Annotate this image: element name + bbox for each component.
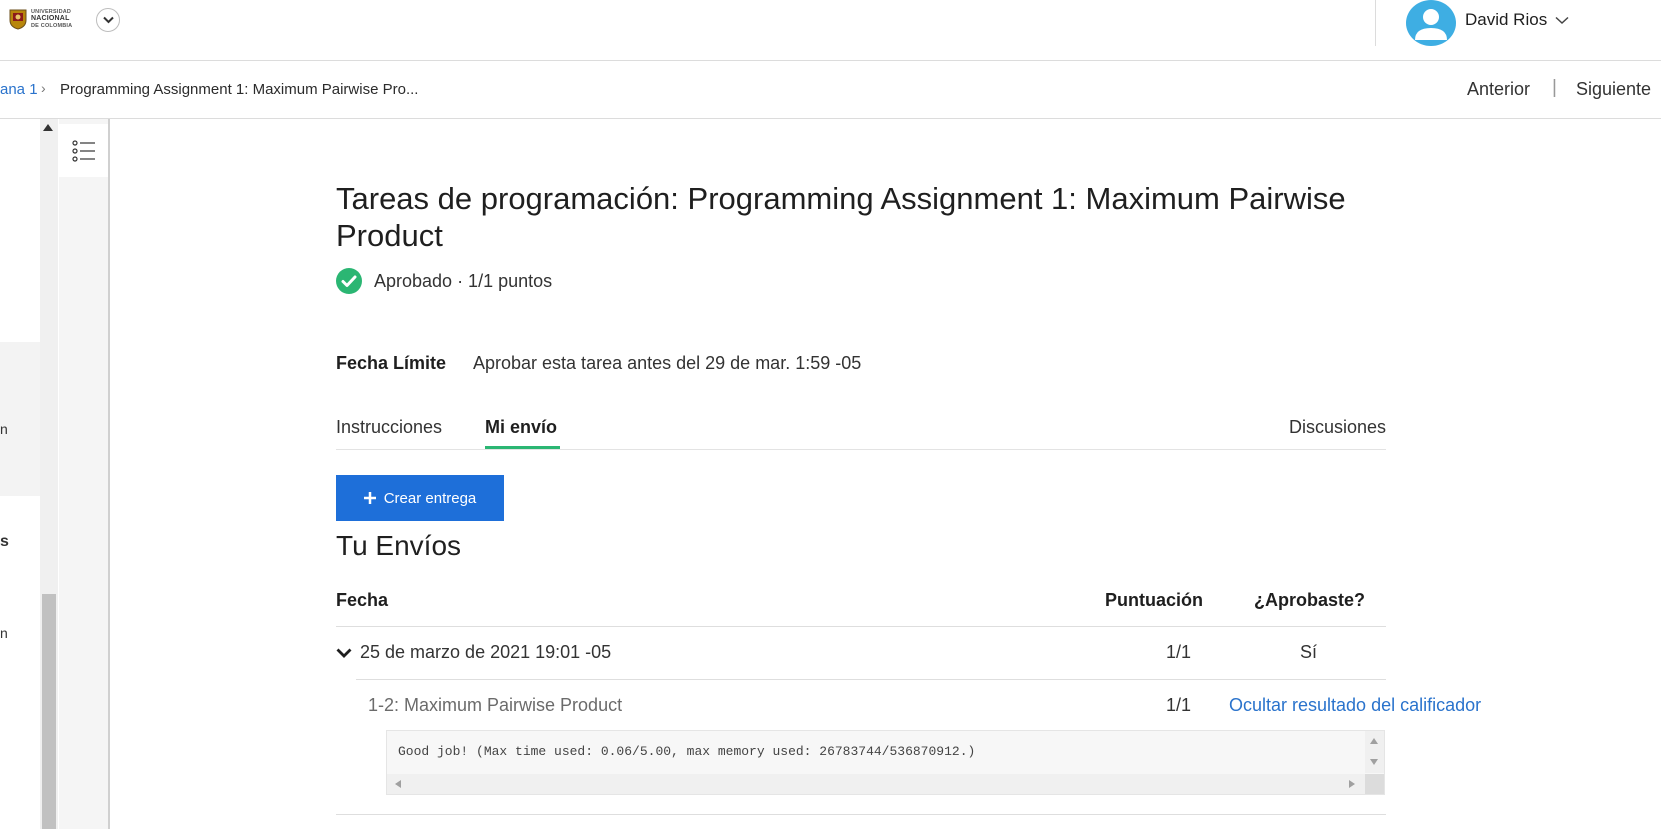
top-header: UNIVERSIDAD NACIONAL DE COLOMBIA David R… (0, 0, 1661, 61)
create-submission-label: Crear entrega (383, 489, 477, 507)
hide-grader-output-link[interactable]: Ocultar resultado del calificador (1229, 695, 1481, 716)
chevron-down-icon (336, 648, 352, 658)
sidebar-item-active[interactable] (0, 342, 40, 496)
submission-date: 25 de marzo de 2021 19:01 -05 (360, 642, 612, 662)
logo-line-3: DE COLOMBIA (31, 23, 73, 29)
university-logo[interactable]: UNIVERSIDAD NACIONAL DE COLOMBIA (8, 6, 74, 32)
user-menu[interactable]: David Rios (1465, 10, 1569, 30)
user-name: David Rios (1465, 10, 1548, 29)
nav-separator: | (1552, 77, 1557, 98)
plus-icon (363, 492, 376, 504)
tab-discussions[interactable]: Discusiones (1289, 417, 1386, 438)
scroll-up-arrow-icon[interactable] (1370, 738, 1378, 744)
sidebar-scrollbar-thumb[interactable] (42, 594, 56, 829)
output-vertical-scrollbar[interactable] (1365, 731, 1384, 773)
next-link[interactable]: Siguiente (1576, 79, 1651, 100)
row-divider (356, 679, 1386, 680)
grader-output-text: Good job! (Max time used: 0.06/5.00, max… (398, 744, 976, 759)
grade-status: Aprobado · 1/1 puntos (336, 268, 552, 294)
header-divider (1375, 0, 1376, 46)
shield-icon (9, 9, 27, 30)
scrollbar-corner (1365, 774, 1384, 794)
sidebar-item-fragment[interactable]: n (0, 625, 8, 641)
table-header-divider (336, 626, 1386, 627)
breadcrumb: ana 1 › Programming Assignment 1: Maximu… (0, 61, 1661, 119)
scroll-right-arrow-icon[interactable] (1349, 780, 1355, 788)
toc-column (59, 119, 110, 829)
breadcrumb-separator-icon: › (41, 80, 46, 96)
logo-dropdown-button[interactable] (96, 8, 120, 32)
page-title: Tareas de programación: Programming Assi… (336, 181, 1346, 253)
table-bottom-divider (336, 814, 1386, 815)
chevron-down-icon (1555, 16, 1569, 24)
submission-passed: Sí (1300, 642, 1318, 662)
active-tab-indicator (485, 446, 560, 449)
chevron-down-icon (102, 16, 114, 24)
submission-row-toggle[interactable]: 25 de marzo de 2021 19:01 -05 (336, 642, 611, 663)
logo-wordmark: UNIVERSIDAD NACIONAL DE COLOMBIA (31, 9, 72, 29)
tabs-divider (336, 449, 1386, 450)
list-icon (71, 139, 95, 162)
user-icon (1415, 9, 1447, 40)
part-name: 1-2: Maximum Pairwise Product (368, 695, 623, 715)
previous-link[interactable]: Anterior (1467, 79, 1530, 100)
check-circle-icon (336, 268, 362, 294)
scroll-up-arrow-icon[interactable] (43, 124, 53, 131)
submissions-title: Tu Envíos (336, 530, 462, 561)
output-horizontal-scrollbar[interactable] (387, 774, 1365, 794)
breadcrumb-prev-link[interactable]: ana 1 (0, 81, 38, 98)
table-of-contents-button[interactable] (59, 124, 108, 177)
column-header-date: Fecha (336, 590, 389, 610)
grade-status-text: Aprobado · 1/1 puntos (374, 270, 553, 291)
deadline-label: Fecha Límite (336, 353, 447, 373)
logo-line-2: NACIONAL (31, 15, 70, 22)
avatar[interactable] (1406, 0, 1456, 46)
tab-instructions[interactable]: Instrucciones (336, 417, 442, 438)
submission-score: 1/1 (1166, 642, 1192, 662)
scroll-down-arrow-icon[interactable] (1370, 759, 1378, 765)
deadline-value: Aprobar esta tarea antes del 29 de mar. … (473, 353, 862, 373)
breadcrumb-current: Programming Assignment 1: Maximum Pairwi… (60, 81, 419, 98)
create-submission-button[interactable]: Crear entrega (336, 475, 504, 521)
sidebar-item-fragment[interactable]: s (0, 533, 9, 551)
part-score: 1/1 (1166, 695, 1192, 715)
scroll-left-arrow-icon[interactable] (395, 780, 401, 788)
sidebar-item-fragment[interactable]: n (0, 421, 8, 437)
column-header-score: Puntuación (1105, 590, 1203, 610)
column-header-passed: ¿Aprobaste? (1254, 590, 1366, 610)
tab-my-submission[interactable]: Mi envío (485, 417, 557, 438)
